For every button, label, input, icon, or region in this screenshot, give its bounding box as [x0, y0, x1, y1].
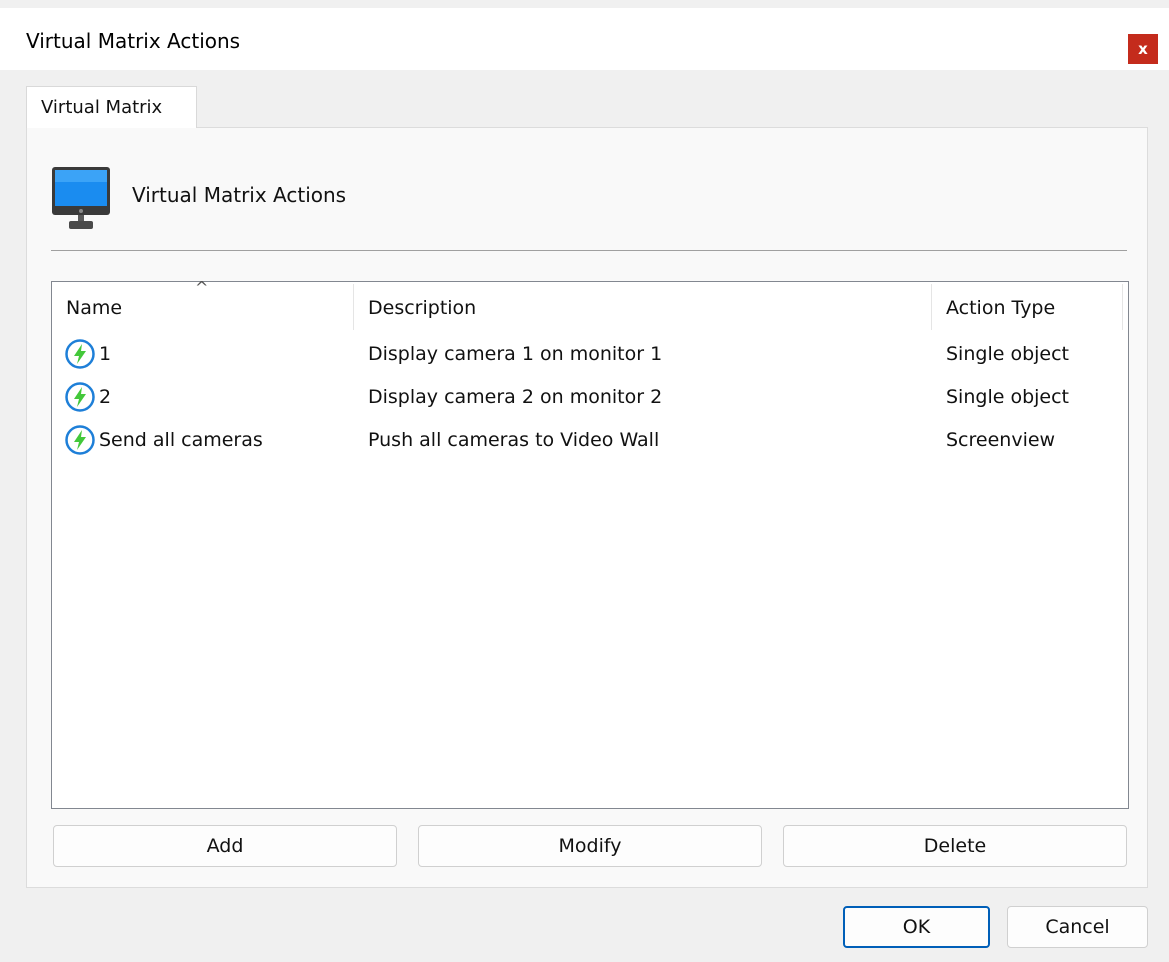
row-name: 1 — [99, 343, 112, 365]
column-header-name[interactable]: Name — [52, 282, 352, 332]
row-description: Push all cameras to Video Wall — [368, 429, 660, 451]
delete-button[interactable]: Delete — [783, 825, 1127, 867]
action-lightning-icon — [65, 425, 95, 455]
monitor-icon — [52, 167, 110, 229]
ok-button[interactable]: OK — [843, 906, 990, 948]
window-title: Virtual Matrix Actions — [26, 29, 241, 53]
column-header-action-type[interactable]: Action Type — [932, 282, 1122, 332]
header-separator — [51, 250, 1127, 251]
list-item[interactable]: 1 Display camera 1 on monitor 1 Single o… — [52, 335, 1128, 373]
column-header-description-label: Description — [368, 297, 477, 319]
column-header-action-type-label: Action Type — [946, 297, 1056, 319]
title-bar: Virtual Matrix Actions x — [0, 8, 1169, 70]
row-name: Send all cameras — [99, 429, 263, 451]
actions-list[interactable]: ^ Name Description Action Type 1 Display — [51, 278, 1129, 809]
column-header-description[interactable]: Description — [354, 282, 930, 332]
cancel-button[interactable]: Cancel — [1007, 906, 1148, 948]
header-title: Virtual Matrix Actions — [132, 183, 347, 207]
action-lightning-icon — [65, 339, 95, 369]
column-divider[interactable] — [1122, 284, 1123, 330]
row-action-type: Screenview — [946, 429, 1056, 451]
action-lightning-icon — [65, 382, 95, 412]
tab-panel: Virtual Matrix Actions ^ Name Descriptio… — [26, 127, 1148, 888]
row-description: Display camera 1 on monitor 1 — [368, 343, 663, 365]
close-button[interactable]: x — [1128, 34, 1158, 64]
row-name: 2 — [99, 386, 112, 408]
list-item[interactable]: Send all cameras Push all cameras to Vid… — [52, 421, 1128, 459]
row-action-type: Single object — [946, 343, 1069, 365]
virtual-matrix-actions-dialog: Virtual Matrix Actions x Virtual Matrix … — [0, 0, 1169, 962]
row-action-type: Single object — [946, 386, 1069, 408]
row-description: Display camera 2 on monitor 2 — [368, 386, 663, 408]
column-header-name-label: Name — [66, 297, 123, 319]
add-button[interactable]: Add — [53, 825, 397, 867]
list-item[interactable]: 2 Display camera 2 on monitor 2 Single o… — [52, 378, 1128, 416]
tab-virtual-matrix-label: Virtual Matrix — [41, 97, 163, 118]
tab-virtual-matrix[interactable]: Virtual Matrix — [26, 86, 197, 128]
modify-button[interactable]: Modify — [418, 825, 762, 867]
